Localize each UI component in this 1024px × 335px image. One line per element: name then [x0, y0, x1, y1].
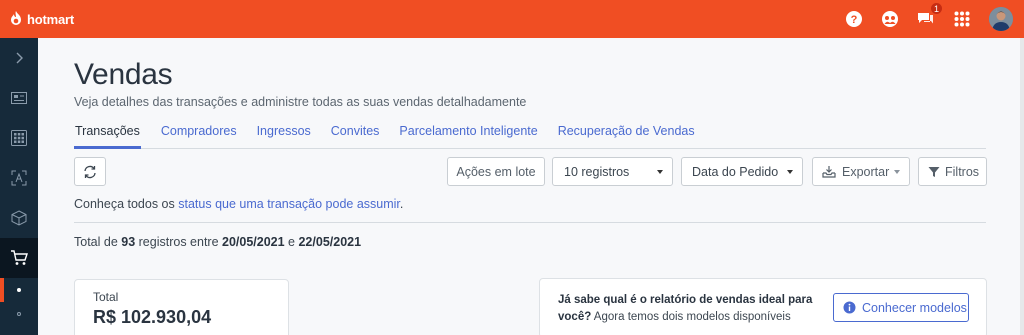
flame-icon	[11, 11, 21, 25]
date-type-select[interactable]: Data do Pedido	[681, 157, 803, 186]
download-tray-icon	[822, 166, 836, 178]
page-title: Vendas	[74, 58, 173, 91]
info-icon	[843, 301, 856, 314]
caret-down-icon	[894, 170, 900, 174]
export-button[interactable]: Exportar	[812, 157, 910, 186]
sidebar-item-analytics[interactable]	[0, 158, 38, 198]
main-content: Vendas Veja detalhes das transações e ad…	[38, 38, 1024, 335]
sidebar-subitem-transactions[interactable]	[0, 278, 38, 302]
export-label: Exportar	[842, 164, 890, 179]
report-description: Agora temos dois modelos disponíveis	[591, 311, 791, 323]
date-type-value: Data do Pedido	[692, 164, 779, 179]
sidebar-item-box[interactable]	[0, 198, 38, 238]
svg-text:?: ?	[851, 14, 858, 26]
status-info-link[interactable]: status que uma transação pode assumir	[178, 197, 400, 211]
tab-compradores[interactable]: Compradores	[161, 122, 237, 149]
bulk-actions-button[interactable]: Ações em lote	[447, 157, 545, 186]
grid-icon	[11, 130, 27, 146]
tab-parcelamento-inteligente[interactable]: Parcelamento Inteligente	[399, 122, 537, 149]
help-icon[interactable]: ?	[845, 10, 863, 28]
sidebar-item-products[interactable]	[0, 118, 38, 158]
caret-down-icon	[657, 170, 663, 174]
cart-icon	[11, 250, 28, 265]
report-models-card: Já sabe qual é o relatório de vendas ide…	[539, 278, 987, 335]
hotmart-logo[interactable]: hotmart	[8, 10, 74, 28]
top-bar: hotmart ? 1	[0, 0, 1024, 38]
summary-start-date: 20/05/2021	[222, 235, 285, 249]
sidebar-subitem-other[interactable]	[0, 302, 38, 326]
tab-transacoes[interactable]: Transações	[74, 122, 141, 149]
tab-bar: Transações Compradores Ingressos Convite…	[74, 122, 986, 149]
total-label: Total	[93, 290, 119, 304]
report-models-text: Já sabe qual é o relatório de vendas ide…	[558, 292, 818, 326]
records-per-page-value: 10 registros	[564, 164, 630, 179]
dot-icon	[17, 288, 21, 292]
refresh-button[interactable]	[74, 157, 106, 186]
analytics-icon	[11, 170, 27, 186]
sidebar-item-sales[interactable]	[0, 238, 38, 278]
summary-middle: registros entre	[135, 235, 223, 249]
brand-name: hotmart	[27, 11, 74, 27]
filters-label: Filtros	[945, 164, 980, 179]
summary-count: 93	[121, 235, 136, 249]
status-info: Conheça todos os status que uma transaçã…	[74, 197, 403, 211]
sidebar	[0, 38, 38, 335]
status-info-prefix: Conheça todos os	[74, 197, 179, 211]
conhecer-modelos-label: Conhecer modelos	[862, 300, 967, 315]
product-box-icon	[11, 210, 27, 226]
refresh-icon	[84, 165, 96, 178]
tab-recuperacao-de-vendas[interactable]: Recuperação de Vendas	[558, 122, 695, 149]
summary-prefix: Total de	[74, 235, 122, 249]
conhecer-modelos-button[interactable]: Conhecer modelos	[833, 293, 969, 322]
notification-badge: 1	[930, 2, 943, 15]
status-info-suffix: .	[399, 197, 404, 211]
sidebar-expand-button[interactable]	[0, 38, 38, 78]
dot-icon	[17, 312, 21, 316]
tab-convites[interactable]: Convites	[331, 122, 380, 149]
dashboard-icon	[11, 92, 27, 104]
chat-icon[interactable]: 1	[917, 2, 943, 28]
tab-ingressos[interactable]: Ingressos	[257, 122, 311, 149]
filter-icon	[928, 166, 940, 177]
summary-end-date: 22/05/2021	[298, 235, 362, 249]
total-card: Total R$ 102.930,04	[74, 279, 289, 335]
sidebar-item-dashboard[interactable]	[0, 78, 38, 118]
community-icon[interactable]	[881, 10, 899, 28]
filters-button[interactable]: Filtros	[918, 157, 987, 186]
records-summary: Total de 93 registros entre 20/05/2021 e…	[74, 235, 361, 249]
chevron-right-icon	[16, 52, 23, 64]
total-value: R$ 102.930,04	[93, 307, 212, 327]
page-subtitle: Veja detalhes das transações e administr…	[74, 95, 527, 109]
apps-grid-icon[interactable]	[953, 10, 971, 28]
summary-and: e	[284, 235, 299, 249]
caret-down-icon	[787, 170, 793, 174]
records-per-page-select[interactable]: 10 registros	[552, 157, 673, 186]
avatar[interactable]	[989, 7, 1013, 31]
divider	[74, 222, 986, 223]
scrollbar[interactable]	[1020, 38, 1024, 335]
